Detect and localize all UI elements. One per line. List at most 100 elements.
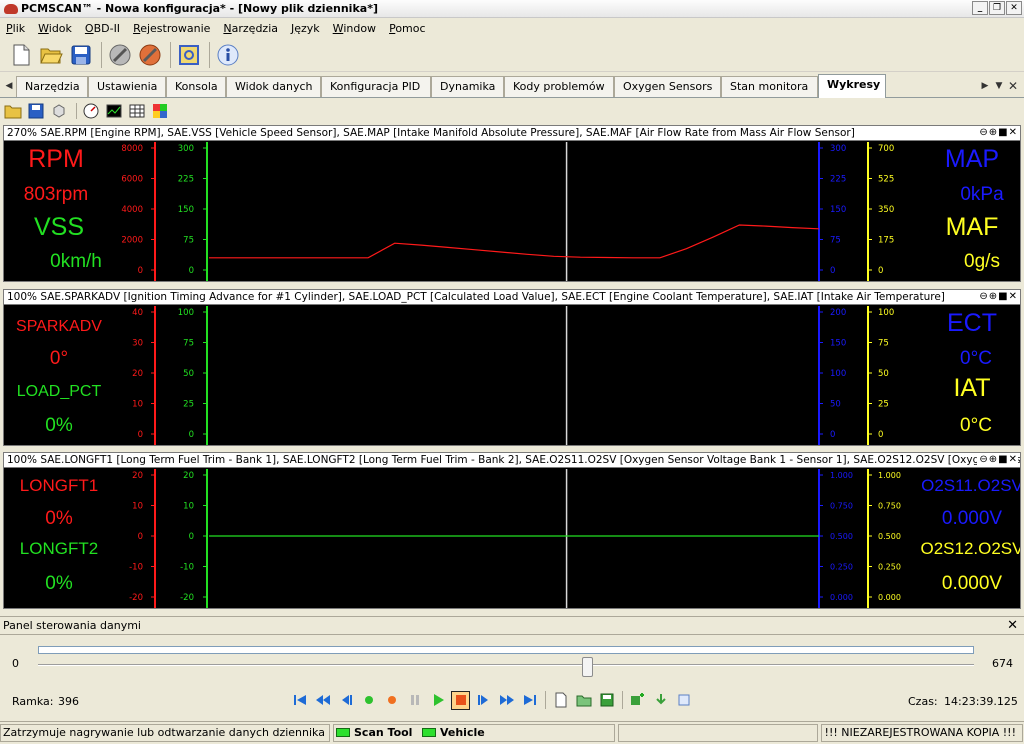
frame-select-icon[interactable] bbox=[674, 691, 693, 710]
tab-wykresy[interactable]: Wykresy bbox=[818, 74, 886, 98]
record-icon[interactable] bbox=[382, 691, 401, 710]
stop-icon[interactable] bbox=[451, 690, 470, 710]
chart-3-series-value: 0% bbox=[45, 508, 73, 529]
chart-1-tick-label: 0 bbox=[830, 266, 835, 276]
close-button[interactable]: ✕ bbox=[1006, 1, 1022, 15]
chart-3-tick-label: 10 bbox=[183, 502, 194, 512]
step-back-icon[interactable] bbox=[336, 691, 355, 710]
chart-1-plot: 8000 6000 4000 2000 0 RPM 803rpm 300 225 150 75 0 VS… bbox=[24, 142, 1004, 281]
disconnect-plug-icon[interactable] bbox=[107, 42, 133, 68]
new-file-icon[interactable] bbox=[8, 42, 34, 68]
save-icon[interactable] bbox=[68, 42, 94, 68]
tab-oxygen-sensors[interactable]: Oxygen Sensors bbox=[614, 76, 721, 97]
settings-icon[interactable] bbox=[176, 42, 202, 68]
menu-narzedzia[interactable]: Narzędzia bbox=[223, 22, 278, 35]
first-frame-icon[interactable] bbox=[290, 691, 309, 710]
add-marker-icon[interactable] bbox=[628, 691, 647, 710]
chart-1-tick-label: 175 bbox=[878, 236, 894, 246]
range-bar[interactable] bbox=[38, 646, 974, 654]
menu-plik[interactable]: Plik bbox=[6, 22, 25, 35]
playback-slider-thumb[interactable] bbox=[581, 657, 593, 677]
export-icon[interactable] bbox=[651, 691, 670, 710]
tab-list-dropdown-icon[interactable]: ▼ bbox=[992, 74, 1006, 98]
graph-icon[interactable] bbox=[105, 102, 123, 120]
connect-plug-icon[interactable] bbox=[137, 42, 163, 68]
save-icon[interactable] bbox=[27, 102, 45, 120]
tab-widok-danych[interactable]: Widok danych bbox=[226, 76, 321, 97]
tab-stan-monitora[interactable]: Stan monitora bbox=[721, 76, 818, 97]
tab-dynamika[interactable]: Dynamika bbox=[431, 76, 504, 97]
fast-forward-icon[interactable] bbox=[497, 691, 516, 710]
tab-scroll-right-icon[interactable]: ▶ bbox=[978, 74, 992, 98]
main-toolbar bbox=[0, 38, 1024, 72]
tab-konfiguracja-pid[interactable]: Konfiguracja PID bbox=[321, 76, 431, 97]
chart-1-tick-label: 700 bbox=[878, 144, 894, 154]
chart-2-tick-label: 75 bbox=[878, 339, 889, 349]
chart-3-series-value: 0% bbox=[45, 573, 73, 594]
menu-rejestrowanie[interactable]: Rejestrowanie bbox=[133, 22, 210, 35]
new-log-icon[interactable] bbox=[551, 691, 570, 710]
menu-widok[interactable]: Widok bbox=[38, 22, 72, 35]
vehicle-label: Vehicle bbox=[439, 726, 485, 739]
chart-1-controls[interactable]: ⊖⊕■✕ bbox=[977, 126, 1018, 140]
chart-2-controls[interactable]: ⊖⊕■✕ bbox=[977, 290, 1018, 304]
save-log-icon[interactable] bbox=[597, 691, 616, 710]
chart-3-tick-label: 0.000 bbox=[878, 593, 901, 602]
chart-1-tick-label: 6000 bbox=[121, 175, 143, 185]
chart-3-tick-label: 1.000 bbox=[830, 471, 853, 480]
tab-ustawienia[interactable]: Ustawienia bbox=[88, 76, 166, 97]
minimize-button[interactable]: _ bbox=[972, 1, 988, 15]
gauge-icon[interactable] bbox=[82, 102, 100, 120]
chart-2-tick-label: 20 bbox=[132, 369, 143, 379]
last-frame-icon[interactable] bbox=[520, 691, 539, 710]
tab-close-icon[interactable]: ✕ bbox=[1006, 74, 1020, 98]
chart-1-series-name: MAF bbox=[946, 213, 999, 241]
open-log-icon[interactable] bbox=[574, 691, 593, 710]
menu-obd[interactable]: OBD-II bbox=[85, 22, 120, 35]
time-label: Czas: bbox=[908, 695, 938, 708]
chart-1-tick-label: 525 bbox=[878, 175, 894, 185]
pause-icon[interactable] bbox=[405, 691, 424, 710]
title-bar: PCMSCAN™ - Nowa konfiguracja* - [Nowy pl… bbox=[0, 0, 1024, 18]
tab-narzedzia[interactable]: Narzędzia bbox=[16, 76, 88, 97]
chart-2-tick-label: 25 bbox=[183, 400, 194, 410]
tab-konsola[interactable]: Konsola bbox=[166, 76, 226, 97]
table-icon[interactable] bbox=[128, 102, 146, 120]
chart-1-tick-label: 300 bbox=[178, 144, 194, 154]
chart-3-controls[interactable]: ⊖⊕■✕ bbox=[977, 453, 1018, 467]
menu-pomoc[interactable]: Pomoc bbox=[389, 22, 425, 35]
chart-1-series-value: 803rpm bbox=[24, 184, 88, 205]
cube-icon[interactable] bbox=[50, 102, 68, 120]
chart-3-tick-label: -10 bbox=[129, 563, 143, 573]
color-grid-icon[interactable] bbox=[151, 102, 169, 120]
open-folder-icon[interactable] bbox=[38, 42, 64, 68]
chart-2-title: 100% SAE.SPARKADV [Ignition Timing Advan… bbox=[7, 291, 945, 303]
info-icon[interactable] bbox=[215, 42, 241, 68]
chart-2-tick-label: 50 bbox=[830, 400, 841, 410]
unregistered-copy-label: !!! NIEZAREJESTROWANA KOPIA !!! bbox=[821, 724, 1023, 742]
chart-3-series-name: LONGFT1 bbox=[20, 476, 98, 495]
menu-jezyk[interactable]: Język bbox=[291, 22, 320, 35]
data-panel-close-icon[interactable]: ✕ bbox=[1007, 617, 1018, 634]
chart-panel-2: 100% SAE.SPARKADV [Ignition Timing Advan… bbox=[3, 289, 1021, 446]
menu-window[interactable]: Window bbox=[333, 22, 376, 35]
chart-2-series-name: LOAD_PCT bbox=[17, 383, 102, 400]
chart-1-series-name: VSS bbox=[34, 213, 84, 241]
step-forward-icon[interactable] bbox=[474, 691, 493, 710]
fast-rewind-icon[interactable] bbox=[313, 691, 332, 710]
chart-3-header: 100% SAE.LONGFT1 [Long Term Fuel Trim - … bbox=[4, 453, 1020, 468]
chart-3-tick-label: 0 bbox=[189, 532, 194, 542]
chart-1-tick-label: 150 bbox=[830, 205, 846, 215]
playback-slider-track[interactable] bbox=[38, 664, 974, 666]
tab-kody-problemow[interactable]: Kody problemów bbox=[504, 76, 614, 97]
open-folder-icon[interactable] bbox=[4, 102, 22, 120]
green-dot-icon[interactable] bbox=[359, 691, 378, 710]
tab-scroll-left-icon[interactable]: ◀ bbox=[2, 74, 16, 98]
play-icon[interactable] bbox=[428, 691, 447, 710]
chart-2-tick-label: 0 bbox=[830, 430, 835, 440]
chart-1-tick-label: 0 bbox=[189, 266, 194, 276]
window-title: PCMSCAN™ - Nowa konfiguracja* - [Nowy pl… bbox=[21, 2, 378, 15]
status-bar: Zatrzymuje nagrywanie lub odtwarzanie da… bbox=[0, 721, 1024, 744]
menu-bar: Plik Widok OBD-II Rejestrowanie Narzędzi… bbox=[0, 19, 1024, 38]
restore-button[interactable]: ❐ bbox=[989, 1, 1005, 15]
